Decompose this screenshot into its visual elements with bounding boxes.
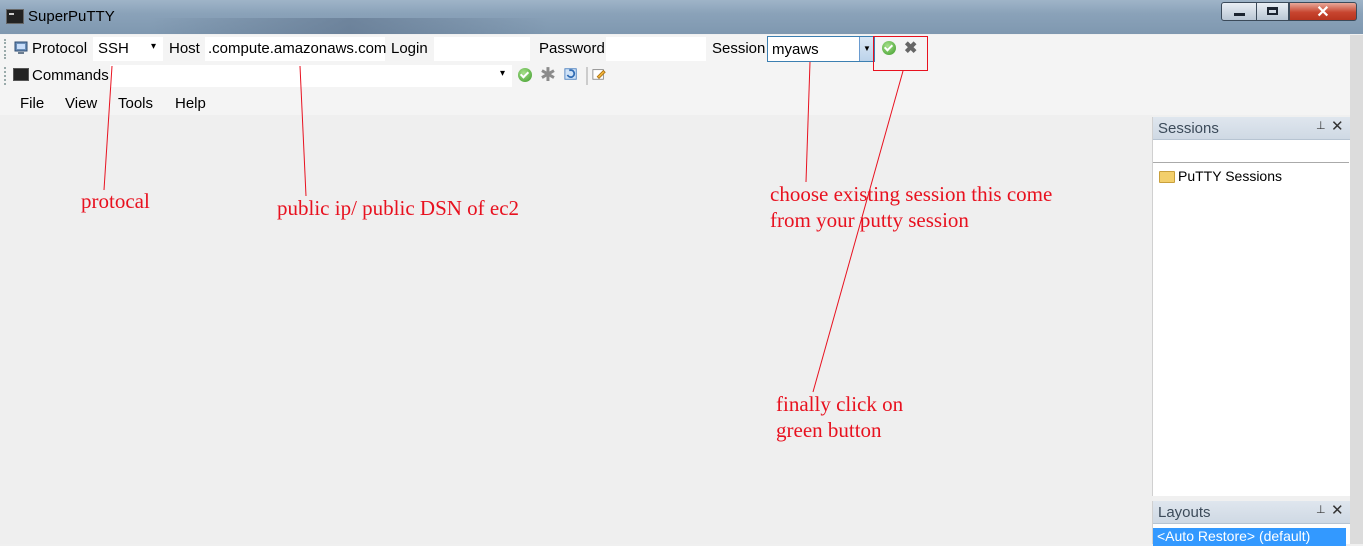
edit-icon[interactable] (591, 67, 607, 81)
maximize-icon (1267, 7, 1278, 15)
layouts-panel-header: Layouts ⊥ ✕ (1153, 501, 1351, 524)
password-label: Password (539, 40, 605, 57)
refresh-icon[interactable] (563, 67, 579, 81)
close-button[interactable]: ✕ (1289, 2, 1357, 21)
layouts-panel-title: Layouts (1158, 504, 1211, 521)
session-select[interactable]: myaws ▼ (767, 36, 875, 62)
sessions-panel-header: Sessions ⊥ ✕ (1153, 117, 1351, 140)
app-terminal-icon (6, 9, 24, 24)
folder-icon (1159, 171, 1175, 183)
pin-icon[interactable]: ⊥ (1316, 119, 1326, 132)
session-value: myaws (772, 41, 819, 58)
protocol-value: SSH (98, 40, 129, 57)
terminal-icon (13, 68, 29, 81)
window-title: SuperPuTTY (28, 8, 115, 25)
close-icon: ✕ (1316, 4, 1330, 21)
minimize-icon (1234, 13, 1245, 16)
host-input[interactable]: .compute.amazonaws.com (205, 37, 387, 61)
minimize-button[interactable] (1221, 2, 1257, 21)
commands-label: Commands (32, 67, 109, 84)
commands-dropdown-icon[interactable]: ▾ (500, 68, 505, 79)
commands-toolbar: Commands ▾ ✱ (0, 63, 1350, 89)
title-bar-blur (150, 18, 550, 34)
annotation-click-line1: finally click on (776, 392, 904, 416)
annotation-session-line1: choose existing session this come (770, 182, 1053, 206)
login-input[interactable] (434, 37, 530, 61)
annotation-host: public ip/ public DSN of ec2 (277, 196, 520, 220)
annotation-click-line2: green button (776, 418, 882, 442)
title-bar: SuperPuTTY ✕ (0, 0, 1363, 34)
maximize-button[interactable] (1256, 2, 1289, 21)
menu-help[interactable]: Help (175, 95, 206, 112)
close-icon[interactable]: ✕ (1331, 501, 1344, 519)
toolbar-grip[interactable] (4, 67, 8, 85)
protocol-select[interactable]: SSH ▾ (93, 37, 163, 61)
menu-bar: File View Tools Help (0, 89, 1350, 115)
host-label: Host (169, 40, 200, 57)
computer-icon (14, 41, 28, 54)
menu-file[interactable]: File (20, 95, 44, 112)
toolbar-grip[interactable] (4, 39, 8, 59)
annotation-protocol: protocal (81, 189, 150, 213)
menu-view[interactable]: View (65, 95, 97, 112)
protocol-label: Protocol (32, 40, 88, 57)
close-icon[interactable]: ✕ (1331, 117, 1344, 135)
menu-tools[interactable]: Tools (118, 95, 153, 112)
sessions-panel: Sessions ⊥ ✕ PuTTY Sessions (1152, 117, 1351, 496)
connection-toolbar: Protocol SSH ▾ Host .compute.amazonaws.c… (0, 35, 1350, 64)
main-workspace[interactable] (0, 115, 1152, 544)
check-circle-icon[interactable] (518, 68, 532, 82)
login-label: Login (391, 40, 428, 57)
session-label: Session (712, 40, 766, 57)
sessions-panel-title: Sessions (1158, 120, 1219, 137)
protocol-dropdown-icon[interactable]: ▾ (151, 41, 156, 52)
toolbar-separator (586, 67, 588, 85)
layouts-panel: Layouts ⊥ ✕ <Auto Restore> (default) (1152, 501, 1351, 546)
sessions-filter-bar[interactable] (1153, 141, 1349, 163)
session-dropdown-icon[interactable]: ▼ (859, 37, 874, 61)
commands-input[interactable]: ▾ (110, 65, 512, 87)
annotation-session-line2: from your putty session (770, 208, 969, 232)
pin-icon[interactable]: ⊥ (1316, 503, 1326, 516)
layout-item-selected[interactable]: <Auto Restore> (default) (1153, 528, 1346, 546)
tree-item-putty-sessions[interactable]: PuTTY Sessions (1178, 168, 1282, 184)
asterisk-icon[interactable]: ✱ (540, 64, 556, 87)
window-right-edge (1350, 35, 1363, 544)
password-input[interactable] (606, 37, 706, 61)
layout-item-label: <Auto Restore> (default) (1157, 528, 1311, 544)
highlight-box (873, 36, 928, 71)
host-value: .compute.amazonaws.com (208, 40, 387, 57)
